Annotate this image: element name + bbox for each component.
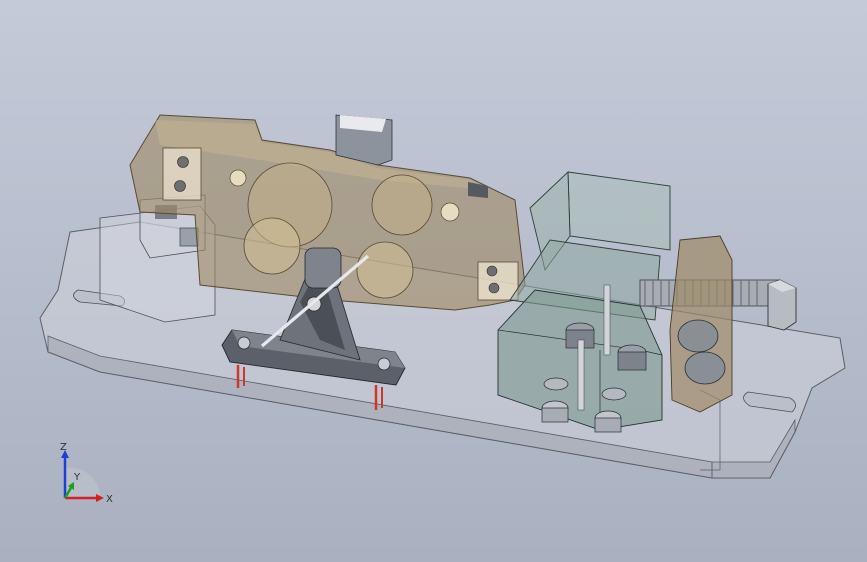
x-axis-arrow-icon (96, 494, 104, 502)
hex-nut[interactable] (767, 279, 797, 331)
x-axis-label: X (106, 494, 113, 505)
cad-model-scene[interactable] (0, 0, 867, 562)
graphics-viewport[interactable]: Z X Y (0, 0, 867, 562)
triad-plane (65, 467, 101, 498)
z-axis-label: Z (60, 442, 67, 453)
rear-bracket[interactable] (669, 235, 733, 413)
y-axis-label: Y (73, 472, 81, 483)
coordinate-triad[interactable]: Z X Y (40, 440, 120, 520)
